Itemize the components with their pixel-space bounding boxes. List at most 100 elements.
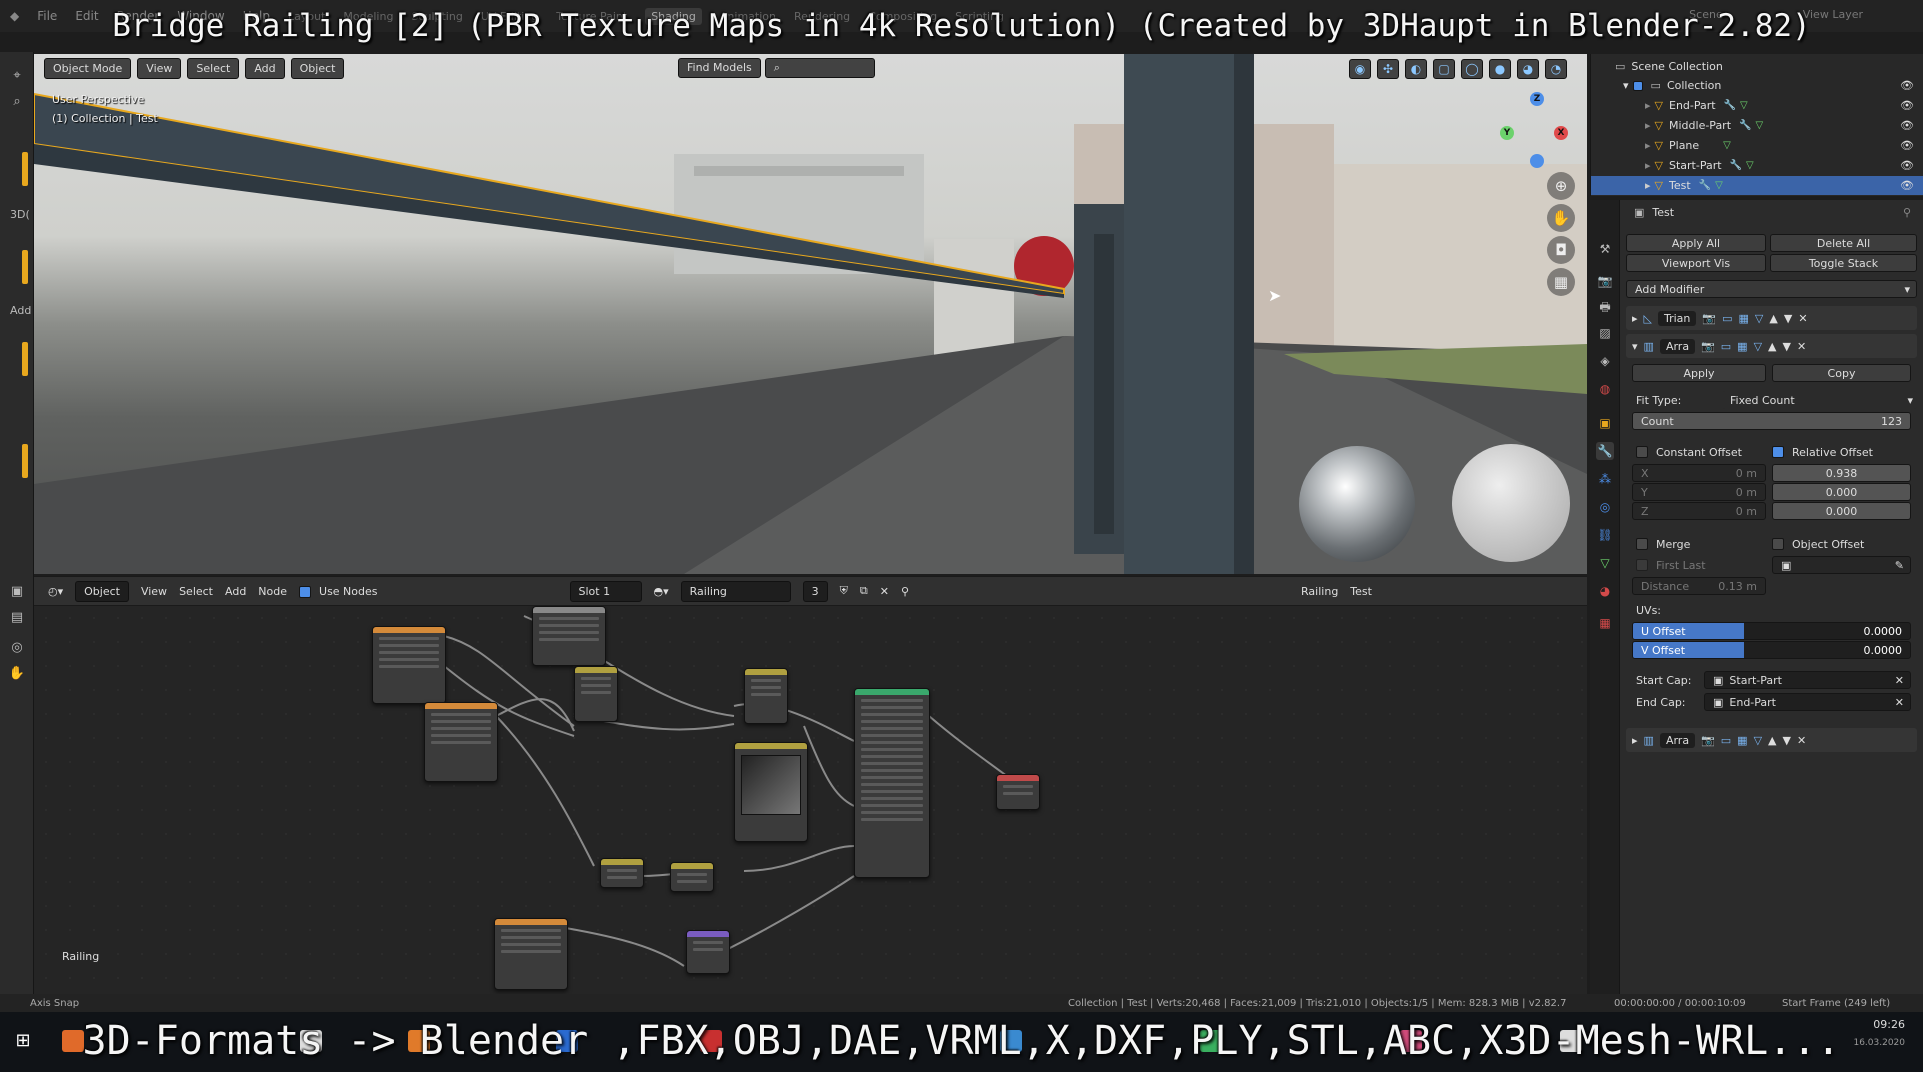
fit-type-dropdown[interactable]: Fixed Count ▾ [1722, 391, 1917, 409]
image-texture-node[interactable] [494, 918, 568, 990]
color-ramp-node[interactable] [734, 742, 808, 842]
modifier-array-header[interactable]: ▾ ▥ Arra 📷 ▭ ▦ ▽ ▲ ▼ ✕ [1626, 334, 1917, 358]
count-field[interactable]: Count 123 [1632, 412, 1911, 430]
wrench-icon[interactable]: 🔧 [1730, 160, 1742, 171]
checkbox-icon[interactable] [1636, 538, 1648, 550]
visibility-icon[interactable]: ◉ [1349, 59, 1371, 79]
texture-tab-icon[interactable]: ▦ [1596, 614, 1614, 632]
node-menu-node[interactable]: Node [258, 585, 287, 598]
gizmo-x-axis[interactable]: X [1554, 126, 1568, 140]
delete-all-button[interactable]: Delete All [1770, 234, 1917, 252]
solid-shading-icon[interactable]: ● [1489, 59, 1511, 79]
add-modifier-dropdown[interactable]: Add Modifier ▾ [1626, 280, 1917, 298]
camera-icon[interactable]: 📷 [1701, 734, 1715, 747]
expand-icon[interactable]: ▸ [1645, 99, 1651, 112]
material-output-node[interactable] [996, 774, 1040, 810]
world-tab-icon[interactable]: ◍ [1596, 380, 1614, 398]
pan-hand-icon[interactable]: ✋ [1547, 204, 1575, 232]
expand-icon[interactable]: ▸ [1632, 734, 1638, 747]
outliner-scene-collection[interactable]: ▭ Scene Collection [1591, 57, 1923, 76]
v-offset-slider[interactable]: V Offset 0.0000 [1632, 641, 1911, 659]
checkbox-icon[interactable] [1632, 80, 1643, 91]
eye-icon[interactable]: 👁 [1900, 139, 1914, 152]
pin-icon[interactable]: ⚲ [1903, 206, 1911, 219]
material-name-field[interactable]: Railing [680, 580, 791, 602]
cage-icon[interactable]: ▽ [1754, 340, 1762, 353]
move-down-icon[interactable]: ▼ [1783, 734, 1791, 747]
mesh-icon[interactable]: ▽ [1746, 160, 1754, 171]
eye-icon[interactable]: 👁 [1900, 79, 1914, 92]
node-menu-view[interactable]: View [141, 585, 167, 598]
gizmo-z-axis[interactable]: Z [1530, 92, 1544, 106]
mesh-icon[interactable]: ▽ [1755, 120, 1763, 131]
eye-icon[interactable]: 👁 [1900, 99, 1914, 112]
outliner-item-end-part[interactable]: ▸ ▽ End-Part 🔧 ▽ 👁 [1591, 96, 1923, 115]
gizmo-y-axis[interactable]: Y [1500, 126, 1514, 140]
editmode-icon[interactable]: ▦ [1739, 312, 1749, 325]
wrench-icon[interactable]: 🔧 [1699, 180, 1711, 191]
close-icon[interactable]: ✕ [1798, 312, 1807, 325]
image-texture-node[interactable] [424, 702, 498, 782]
viewport-menu-add[interactable]: Add [245, 57, 285, 79]
material-users-count[interactable]: 3 [802, 580, 828, 602]
close-icon[interactable]: ✕ [1797, 340, 1806, 353]
outliner-item-test[interactable]: ▸ ▽ Test 🔧 ▽ 👁 [1591, 176, 1923, 195]
object-mode-select[interactable]: Object Mode [44, 57, 132, 79]
material-tab-icon[interactable]: ◕ [1596, 582, 1614, 600]
constant-x-field[interactable]: X 0 m [1632, 464, 1766, 482]
checkbox-icon[interactable] [1636, 559, 1648, 571]
move-up-icon[interactable]: ▲ [1768, 734, 1776, 747]
physics-tab-icon[interactable]: ◎ [1596, 498, 1614, 516]
texture-node[interactable] [532, 606, 606, 666]
search-icon[interactable]: ⌕ [7, 92, 27, 112]
viewport-menu-object[interactable]: Object [290, 57, 345, 79]
display-icon[interactable]: ▭ [1721, 734, 1731, 747]
eye-icon[interactable]: 👁 [1900, 179, 1914, 192]
grid-icon[interactable]: ▦ [1547, 268, 1575, 296]
mix-node[interactable] [574, 666, 618, 722]
camera-icon[interactable]: 📷 [1702, 312, 1716, 325]
hand-icon[interactable]: ✋ [7, 664, 27, 684]
u-offset-slider[interactable]: U Offset 0.0000 [1632, 622, 1911, 640]
close-icon[interactable]: ✕ [1895, 674, 1904, 687]
math-node[interactable] [600, 858, 644, 888]
slot-dropdown[interactable]: Slot 1 [569, 580, 642, 602]
modifier-array-2-header[interactable]: ▸ ▥ Arra 📷 ▭ ▦ ▽ ▲ ▼ ✕ [1626, 728, 1917, 752]
modifier-triangulate-header[interactable]: ▸ ◺ Trian 📷 ▭ ▦ ▽ ▲ ▼ ✕ [1626, 306, 1917, 330]
gizmo-icon[interactable]: ✣ [1377, 59, 1399, 79]
expand-icon[interactable]: ▸ [1645, 139, 1651, 152]
mesh-icon[interactable]: ▽ [1723, 140, 1731, 151]
eye-icon[interactable]: 👁 [1900, 159, 1914, 172]
scene-tab-icon[interactable]: ◈ [1596, 352, 1614, 370]
image-texture-node[interactable] [372, 626, 446, 704]
checkbox-icon[interactable] [1772, 538, 1784, 550]
output-tab-icon[interactable]: 🖶 [1596, 298, 1614, 316]
object-tab-icon[interactable]: ▣ [1596, 414, 1614, 432]
mesh-icon[interactable]: ▽ [1740, 100, 1748, 111]
display-icon[interactable]: ▭ [1722, 312, 1732, 325]
math-node[interactable] [670, 862, 714, 892]
viewport-menu-select[interactable]: Select [187, 57, 240, 79]
node-menu-select[interactable]: Select [179, 585, 213, 598]
outliner-item-start-part[interactable]: ▸ ▽ Start-Part 🔧 ▽ 👁 [1591, 156, 1923, 175]
editmode-icon[interactable]: ▦ [1737, 340, 1747, 353]
principled-bsdf-node[interactable] [854, 688, 930, 878]
search-input[interactable]: ⌕ [764, 58, 875, 78]
move-up-icon[interactable]: ▲ [1768, 340, 1776, 353]
merge-distance-field[interactable]: Distance 0.13 m [1632, 577, 1766, 595]
material-shading-icon[interactable]: ◕ [1517, 59, 1539, 79]
particles-tab-icon[interactable]: ⁂ [1596, 470, 1614, 488]
material-right-label[interactable]: Railing [1301, 585, 1338, 598]
mix-node[interactable] [744, 668, 788, 724]
modifier-name-field[interactable]: Trian [1658, 310, 1697, 326]
object-right-label[interactable]: Test [1350, 585, 1372, 598]
eyedropper-icon[interactable]: ✎ [1895, 559, 1904, 572]
unlink-close-icon[interactable]: ✕ [880, 585, 889, 598]
data-tab-icon[interactable]: ▽ [1596, 554, 1614, 572]
move-down-icon[interactable]: ▼ [1783, 340, 1791, 353]
cage-icon[interactable]: ▽ [1755, 312, 1763, 325]
xray-icon[interactable]: ▢ [1433, 59, 1455, 79]
move-down-icon[interactable]: ▼ [1784, 312, 1792, 325]
viewport-menu-view[interactable]: View [137, 57, 182, 79]
render-tab-icon[interactable]: 📷 [1596, 272, 1614, 290]
